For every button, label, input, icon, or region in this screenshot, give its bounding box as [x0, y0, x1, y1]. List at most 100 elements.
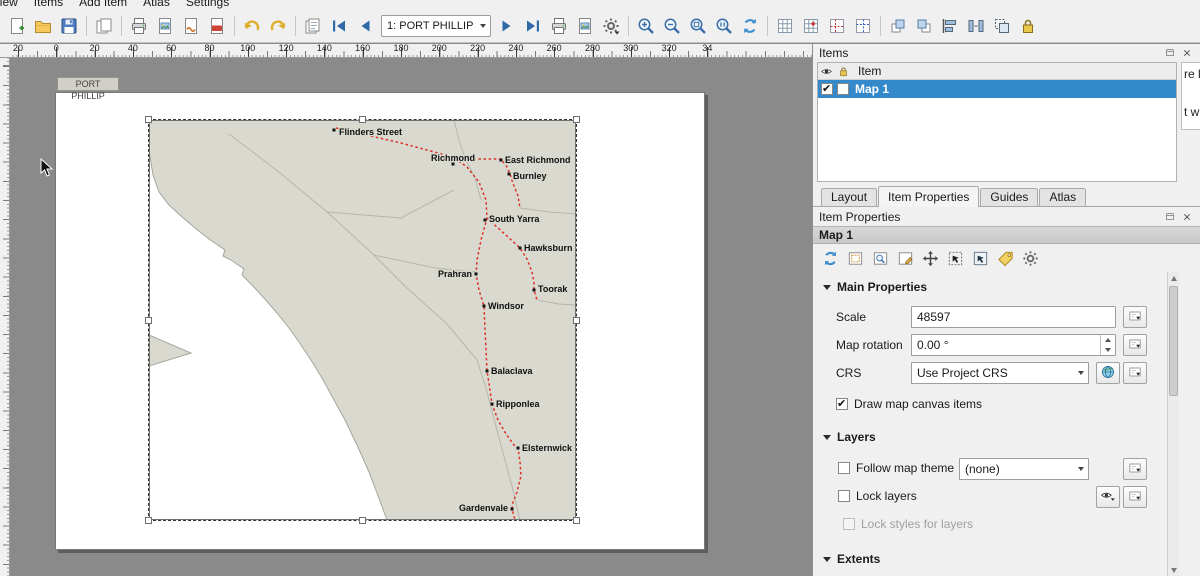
station-label: Balaclava: [491, 366, 534, 376]
data-defined-override-button[interactable]: [1123, 458, 1147, 480]
atlas-settings-icon[interactable]: [598, 13, 624, 39]
spin-up-icon[interactable]: [1101, 335, 1115, 345]
float-panel-icon[interactable]: [1163, 210, 1177, 224]
export-pdf-icon[interactable]: [204, 13, 230, 39]
map-item[interactable]: Flinders StreetRichmondEast RichmondBurn…: [149, 120, 576, 520]
distribute-items-icon[interactable]: [963, 13, 989, 39]
tab-atlas[interactable]: Atlas: [1039, 188, 1086, 206]
float-panel-icon[interactable]: [1163, 46, 1177, 60]
resize-handle[interactable]: [145, 317, 152, 324]
station-label: Flinders Street: [339, 127, 402, 137]
open-folder-icon[interactable]: [30, 13, 56, 39]
refresh-icon[interactable]: [737, 13, 763, 39]
save-icon[interactable]: [56, 13, 82, 39]
undo-icon[interactable]: [239, 13, 265, 39]
scrollbar-thumb[interactable]: [1169, 286, 1178, 396]
print-icon[interactable]: [126, 13, 152, 39]
move-content-icon[interactable]: [919, 247, 942, 270]
close-panel-icon[interactable]: [1180, 210, 1194, 224]
select-crs-button[interactable]: [1096, 362, 1120, 384]
nav-first-icon[interactable]: [326, 13, 352, 39]
tab-layout[interactable]: Layout: [821, 188, 877, 206]
tab-guides[interactable]: Guides: [980, 188, 1038, 206]
collapse-arrow-icon: [823, 557, 831, 562]
data-defined-override-button[interactable]: [1123, 306, 1147, 328]
guides-icon[interactable]: [824, 13, 850, 39]
layout-page-tab: PORT PHILLIP: [57, 77, 119, 91]
menu-settings[interactable]: Settings: [178, 0, 237, 9]
resize-handle[interactable]: [573, 517, 580, 524]
smart-guides-icon[interactable]: [850, 13, 876, 39]
scale-input[interactable]: 48597: [911, 306, 1116, 328]
resize-handle[interactable]: [573, 116, 580, 123]
lock-layers-checkbox[interactable]: [838, 490, 850, 502]
resize-handle[interactable]: [145, 517, 152, 524]
menu-view[interactable]: View: [0, 0, 26, 9]
resize-handle[interactable]: [359, 116, 366, 123]
resize-handle[interactable]: [145, 116, 152, 123]
refresh-icon[interactable]: [819, 247, 842, 270]
nav-prev-icon[interactable]: [352, 13, 378, 39]
menu-items[interactable]: Items: [26, 0, 71, 9]
resize-handle[interactable]: [573, 317, 580, 324]
export-atlas-icon[interactable]: [572, 13, 598, 39]
menu-atlas[interactable]: Atlas: [135, 0, 178, 9]
map-rotation-spinbox[interactable]: 0.00 °: [911, 334, 1116, 356]
zoom-full-icon[interactable]: [685, 13, 711, 39]
zoom-actual-icon[interactable]: [711, 13, 737, 39]
raise-items-icon[interactable]: [885, 13, 911, 39]
set-locked-layers-button[interactable]: [1096, 486, 1120, 508]
lower-items-icon[interactable]: [911, 13, 937, 39]
duplicate-icon[interactable]: [91, 13, 117, 39]
set-extent-icon[interactable]: [844, 247, 867, 270]
draw-canvas-items-checkbox[interactable]: [836, 398, 848, 410]
follow-map-theme-checkbox[interactable]: [838, 462, 850, 474]
export-svg-icon[interactable]: [178, 13, 204, 39]
lock-items-icon[interactable]: [1015, 13, 1041, 39]
nav-next-icon[interactable]: [494, 13, 520, 39]
menu-add-item[interactable]: Add Item: [71, 0, 135, 9]
scroll-down-icon[interactable]: [1168, 564, 1180, 576]
view-extent-icon[interactable]: [869, 247, 892, 270]
chevron-down-icon: [1073, 467, 1088, 471]
layout-canvas[interactable]: PORT PHILLIP: [10, 58, 812, 576]
spin-down-icon[interactable]: [1101, 345, 1115, 355]
data-defined-override-button[interactable]: [1123, 334, 1147, 356]
redo-icon[interactable]: [265, 13, 291, 39]
tag-icon[interactable]: [994, 247, 1017, 270]
lock-checkbox[interactable]: [837, 83, 849, 95]
tab-item-properties[interactable]: Item Properties: [878, 186, 979, 207]
zoom-in-icon[interactable]: [633, 13, 659, 39]
zoom-out-icon[interactable]: [659, 13, 685, 39]
gear-icon[interactable]: [1019, 247, 1042, 270]
snap-grid-icon[interactable]: [798, 13, 824, 39]
panel-tabs: LayoutItem PropertiesGuidesAtlas: [813, 185, 1200, 207]
section-extents[interactable]: Extents: [823, 550, 880, 568]
station-label: Prahran: [438, 269, 472, 279]
scrollbar[interactable]: [1167, 272, 1179, 576]
edit-extent-icon[interactable]: [894, 247, 917, 270]
crs-combobox[interactable]: Use Project CRS: [911, 362, 1089, 384]
grid-icon[interactable]: [772, 13, 798, 39]
map-theme-combobox[interactable]: (none): [959, 458, 1089, 480]
new-layout-icon[interactable]: [4, 13, 30, 39]
items-row-map1[interactable]: Map 1: [818, 80, 1176, 98]
data-defined-override-button[interactable]: [1123, 362, 1147, 384]
spinner-arrows[interactable]: [1100, 335, 1115, 355]
atlas-preview-icon[interactable]: [300, 13, 326, 39]
close-panel-icon[interactable]: [1180, 46, 1194, 60]
print-atlas-icon[interactable]: [546, 13, 572, 39]
export-image-icon[interactable]: [152, 13, 178, 39]
section-layers[interactable]: Layers: [823, 428, 876, 446]
visibility-checkbox[interactable]: [821, 83, 833, 95]
select-frame-icon[interactable]: [944, 247, 967, 270]
group-items-icon[interactable]: [989, 13, 1015, 39]
nav-last-icon[interactable]: [520, 13, 546, 39]
resize-handle[interactable]: [359, 517, 366, 524]
align-items-icon[interactable]: [937, 13, 963, 39]
section-main-properties[interactable]: Main Properties: [823, 278, 927, 296]
select-content-icon[interactable]: [969, 247, 992, 270]
scroll-up-icon[interactable]: [1168, 272, 1180, 284]
data-defined-override-button[interactable]: [1123, 486, 1147, 508]
atlas-feature-combo[interactable]: 1: PORT PHILLIP: [381, 15, 491, 37]
